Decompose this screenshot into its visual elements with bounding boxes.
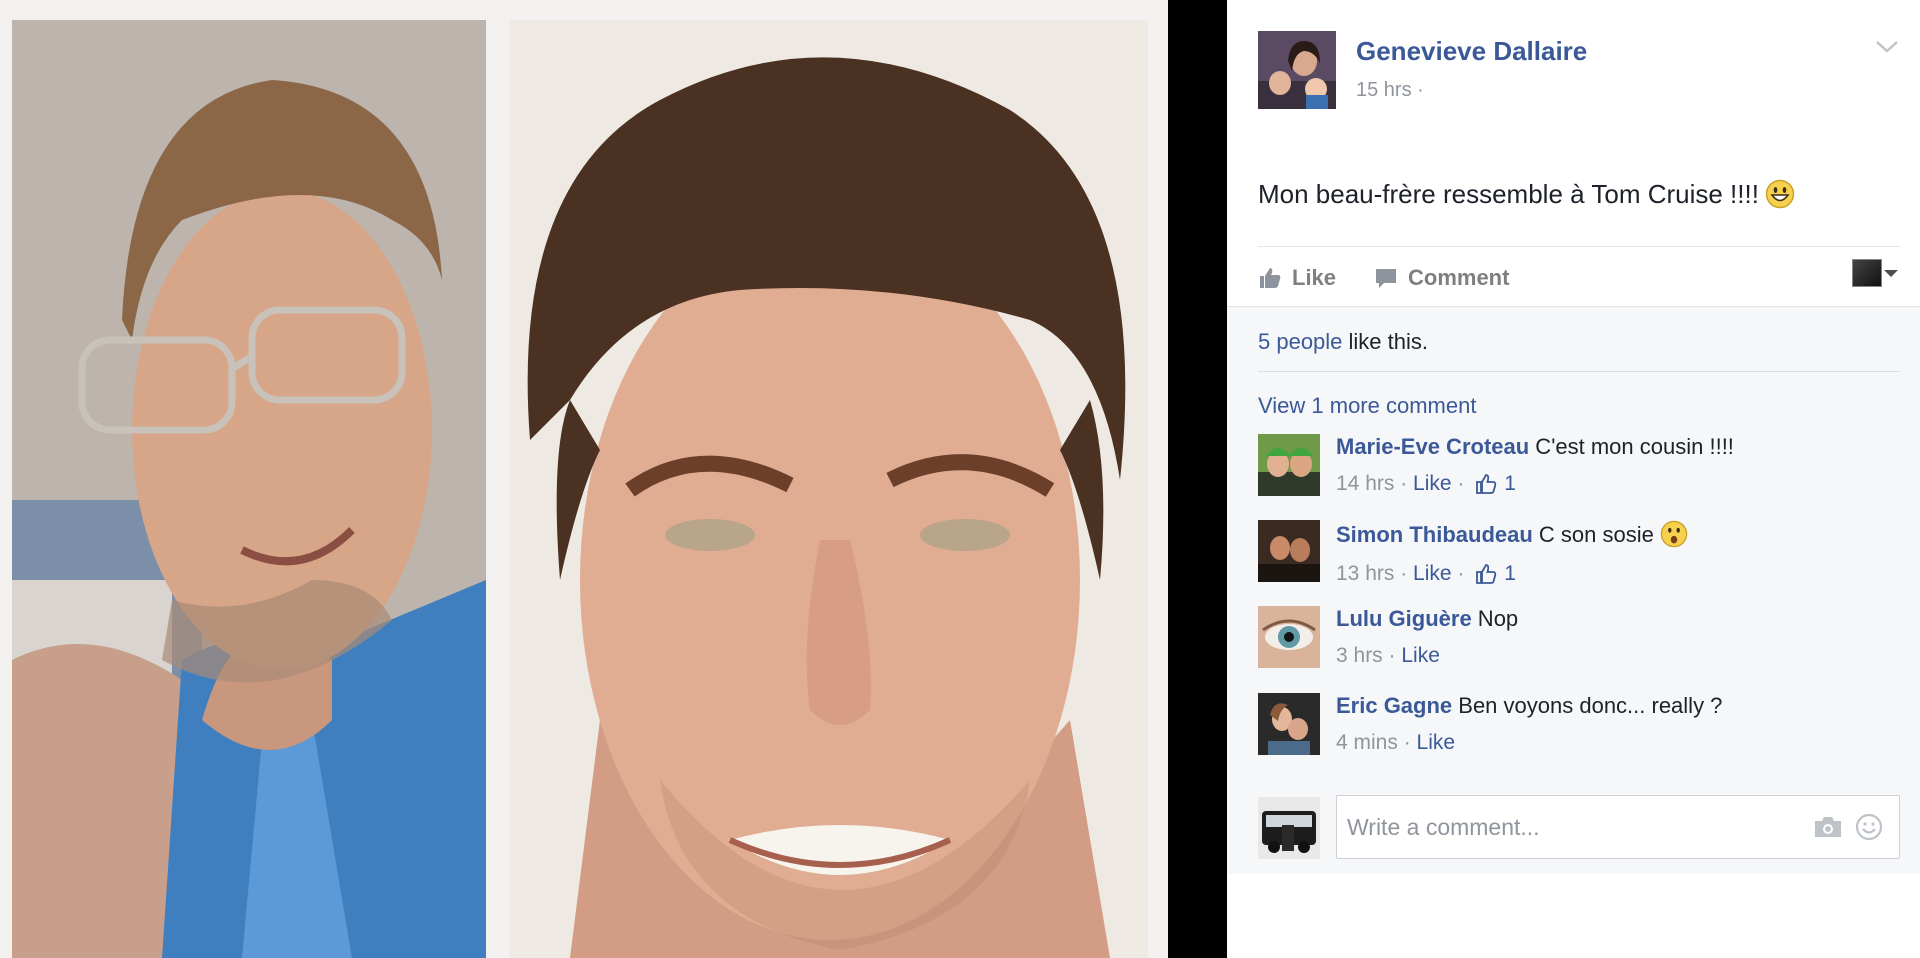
comment-box xyxy=(1336,795,1900,859)
comment-as-selector[interactable] xyxy=(1852,259,1900,287)
comment: Simon Thibaudeau C son sosie 13 hrs · Li… xyxy=(1258,520,1900,592)
comment-text: Ben voyons donc... really ? xyxy=(1452,693,1723,718)
comment-time[interactable]: 4 mins xyxy=(1336,731,1398,755)
comment-time[interactable]: 14 hrs xyxy=(1336,472,1394,496)
commenter-avatar[interactable] xyxy=(1258,606,1320,668)
like-label: Like xyxy=(1292,265,1337,290)
likes-suffix: like this. xyxy=(1342,329,1429,354)
caret-down-icon xyxy=(1884,270,1898,277)
comment: Lulu Giguère Nop 3 hrs · Like xyxy=(1258,606,1900,678)
thumbs-up-outline-icon xyxy=(1476,564,1497,584)
author-avatar[interactable] xyxy=(1258,31,1336,109)
commenter-avatar[interactable] xyxy=(1258,434,1320,496)
comment-like-link[interactable]: Like xyxy=(1413,472,1452,496)
commenter-name[interactable]: Marie-Eve Croteau xyxy=(1336,434,1529,459)
photo-left-man-with-glasses xyxy=(12,20,486,958)
comment-time[interactable]: 13 hrs xyxy=(1336,562,1394,586)
commenter-avatar[interactable] xyxy=(1258,693,1320,755)
comment-text: C'est mon cousin !!!! xyxy=(1529,434,1734,459)
feedback-section: 5 people like this. View 1 more comment … xyxy=(1227,306,1920,874)
comment-like-link[interactable]: Like xyxy=(1413,562,1452,586)
surprised-emoji-icon xyxy=(1660,520,1690,550)
likers-link[interactable]: 5 people xyxy=(1258,329,1342,354)
smiley-icon[interactable] xyxy=(1855,813,1883,846)
photo-right-portrait xyxy=(510,20,1148,958)
actor-avatar xyxy=(1852,259,1882,287)
photo[interactable] xyxy=(0,0,1168,958)
commenter-name[interactable]: Simon Thibaudeau xyxy=(1336,522,1533,547)
divider xyxy=(1258,371,1900,372)
comment-like-link[interactable]: Like xyxy=(1401,644,1440,668)
comment-like-count-value: 1 xyxy=(1504,562,1516,585)
thumbs-up-outline-icon xyxy=(1476,474,1497,494)
comment: Marie-Eve Croteau C'est mon cousin !!!! … xyxy=(1258,434,1900,506)
commenter-name[interactable]: Lulu Giguère xyxy=(1336,606,1472,631)
post-actions-bar: Like Comment xyxy=(1258,246,1900,306)
grinning-emoji-icon xyxy=(1765,179,1795,209)
post-message: Mon beau-frère ressemble à Tom Cruise !!… xyxy=(1258,179,1795,210)
comment-composer xyxy=(1258,795,1900,859)
comment-time[interactable]: 3 hrs xyxy=(1336,644,1383,668)
comment-button[interactable]: Comment xyxy=(1374,265,1509,291)
post-panel: Genevieve Dallaire 15 hrs · Mon beau-frè… xyxy=(1227,0,1920,958)
photo-viewer xyxy=(0,0,1227,958)
view-more-comments-link[interactable]: View 1 more comment xyxy=(1258,393,1476,419)
post-header: Genevieve Dallaire 15 hrs · Mon beau-frè… xyxy=(1227,0,1920,306)
post-author-name[interactable]: Genevieve Dallaire xyxy=(1356,36,1587,67)
likes-summary: 5 people like this. xyxy=(1258,329,1428,355)
speech-bubble-icon xyxy=(1376,269,1396,288)
current-user-avatar xyxy=(1258,797,1320,859)
post-timestamp[interactable]: 15 hrs · xyxy=(1356,79,1424,102)
like-button[interactable]: Like xyxy=(1258,265,1336,291)
thumbs-up-icon xyxy=(1260,268,1281,288)
comment-like-count[interactable]: 1 xyxy=(1474,562,1516,586)
post-message-text: Mon beau-frère ressemble à Tom Cruise !!… xyxy=(1258,179,1759,209)
commenter-avatar[interactable] xyxy=(1258,520,1320,582)
comment: Eric Gagne Ben voyons donc... really ? 4… xyxy=(1258,693,1900,765)
comment-text: Nop xyxy=(1471,606,1519,631)
comment-label: Comment xyxy=(1408,265,1510,290)
comment-input[interactable] xyxy=(1347,796,1787,858)
comment-like-link[interactable]: Like xyxy=(1417,731,1456,755)
comment-like-count-value: 1 xyxy=(1504,472,1516,495)
commenter-name[interactable]: Eric Gagne xyxy=(1336,693,1452,718)
comment-like-count[interactable]: 1 xyxy=(1474,472,1516,496)
camera-icon[interactable] xyxy=(1813,815,1843,844)
chevron-down-icon[interactable] xyxy=(1874,38,1900,56)
comment-text: C son sosie xyxy=(1532,522,1654,547)
